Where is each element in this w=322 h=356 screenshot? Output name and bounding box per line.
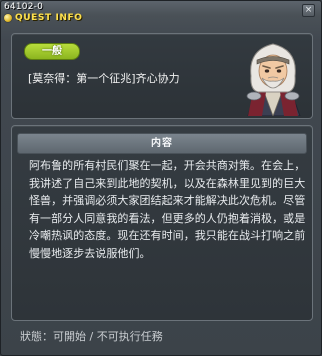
window-title: QUEST INFO [15, 13, 83, 23]
quest-bulb-icon [4, 14, 12, 22]
content-section-header: 内容 [17, 133, 307, 154]
quest-category-badge: 一般 [24, 43, 80, 60]
close-button[interactable]: × [302, 4, 315, 17]
quest-name: [莫奈得：第一个征兆]齐心协力 [28, 72, 180, 85]
quest-info-window: 64102-0 QUEST INFO × 一般 [莫奈得：第一个征兆]齐心协力 [0, 0, 322, 356]
npc-portrait [246, 43, 301, 116]
window-titlebar[interactable]: QUEST INFO [4, 11, 83, 25]
quest-status: 狀態：可開始 / 不可执行任務 [20, 330, 163, 343]
quest-content-panel: 内容 阿布鲁的所有村民们聚在一起，开会共商对策。在会上，我讲述了自己来到此地的契… [11, 125, 313, 321]
quest-description: 阿布鲁的所有村民们聚在一起，开会共商对策。在会上，我讲述了自己来到此地的契机，以… [29, 159, 306, 260]
quest-summary-panel: 一般 [莫奈得：第一个征兆]齐心协力 [11, 33, 313, 119]
